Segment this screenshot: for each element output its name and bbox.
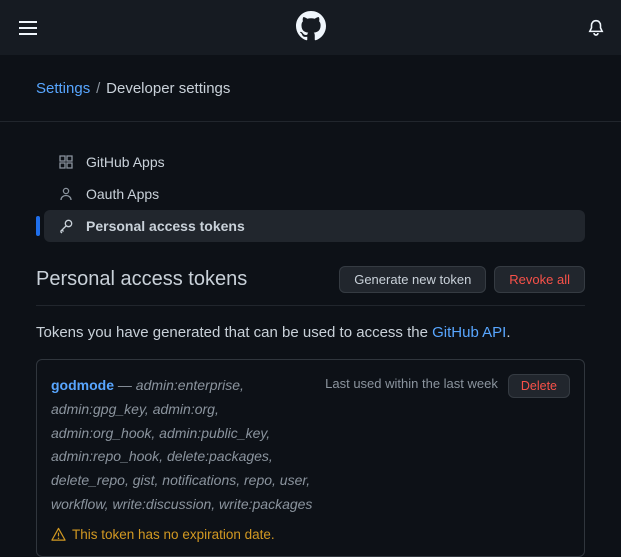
token-scopes: admin:enterprise, admin:gpg_key, admin:o… bbox=[51, 377, 312, 512]
token-box: godmode — admin:enterprise, admin:gpg_ke… bbox=[36, 359, 585, 557]
lead-before: Tokens you have generated that can be us… bbox=[36, 324, 432, 341]
token-last-used: Last used within the last week bbox=[325, 376, 498, 391]
breadcrumb-separator: / bbox=[96, 80, 100, 97]
delete-token-button[interactable]: Delete bbox=[508, 374, 570, 398]
revoke-all-button[interactable]: Revoke all bbox=[494, 266, 585, 293]
hamburger-icon[interactable] bbox=[16, 16, 40, 40]
github-api-link[interactable]: GitHub API bbox=[432, 324, 506, 341]
token-warning-text: This token has no expiration date. bbox=[72, 527, 275, 542]
sidenav-item-label: GitHub Apps bbox=[86, 154, 165, 170]
sidenav-item-label: Oauth Apps bbox=[86, 186, 159, 202]
github-logo-icon[interactable] bbox=[296, 11, 326, 44]
notifications-icon[interactable] bbox=[587, 19, 605, 37]
sidenav-item-oauth-apps[interactable]: Oauth Apps bbox=[44, 178, 585, 210]
generate-token-button[interactable]: Generate new token bbox=[339, 266, 486, 293]
breadcrumb: Settings / Developer settings bbox=[0, 56, 621, 122]
token-name[interactable]: godmode bbox=[51, 377, 114, 393]
side-nav: GitHub Apps Oauth Apps Personal access t… bbox=[36, 146, 585, 242]
sidenav-item-label: Personal access tokens bbox=[86, 218, 245, 234]
alert-icon bbox=[51, 527, 66, 542]
apps-icon bbox=[58, 154, 74, 170]
breadcrumb-parent[interactable]: Settings bbox=[36, 80, 90, 97]
breadcrumb-current: Developer settings bbox=[106, 80, 230, 97]
topbar bbox=[0, 0, 621, 56]
token-dash: — bbox=[114, 377, 136, 393]
sidenav-item-personal-access-tokens[interactable]: Personal access tokens bbox=[44, 210, 585, 242]
person-icon bbox=[58, 186, 74, 202]
page-title: Personal access tokens bbox=[36, 268, 247, 291]
sidenav-item-github-apps[interactable]: GitHub Apps bbox=[44, 146, 585, 178]
lead-after: . bbox=[506, 324, 510, 341]
key-icon bbox=[58, 218, 74, 234]
token-warning: This token has no expiration date. bbox=[51, 527, 570, 542]
lead-text: Tokens you have generated that can be us… bbox=[36, 324, 585, 341]
heading-row: Personal access tokens Generate new toke… bbox=[36, 266, 585, 306]
